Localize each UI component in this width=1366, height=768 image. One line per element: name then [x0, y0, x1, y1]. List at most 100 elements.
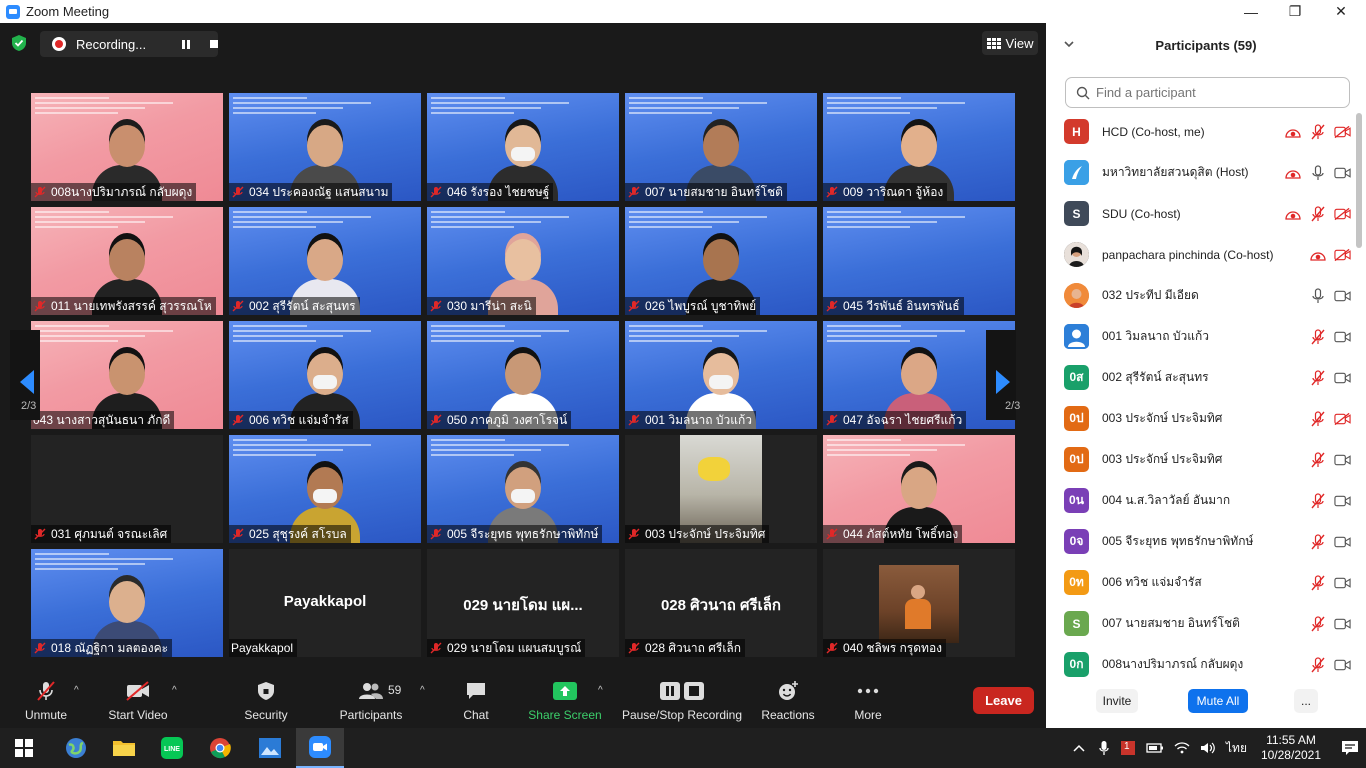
close-button[interactable]: ✕ — [1318, 0, 1364, 23]
windows-start-icon[interactable] — [0, 728, 48, 768]
invite-button[interactable]: Invite — [1096, 689, 1138, 713]
video-off-icon[interactable] — [1334, 246, 1351, 263]
notification-app-icon[interactable]: 1 — [1120, 740, 1136, 756]
mic-muted-icon[interactable] — [1309, 656, 1326, 673]
video-tile[interactable]: 040 ชลิพร กรุดทอง — [823, 549, 1015, 657]
restore-button[interactable]: ❐ — [1272, 0, 1318, 23]
clock[interactable]: 11:55 AM 10/28/2021 — [1259, 733, 1323, 763]
participant-row[interactable]: 0ส 002 สุรีรัตน์ สะสุนทร — [1046, 357, 1351, 398]
battery-plug-icon[interactable] — [1146, 741, 1164, 755]
participant-row[interactable]: panpachara pinchinda (Co-host) — [1046, 234, 1351, 275]
photos-app-icon[interactable] — [246, 728, 294, 768]
video-options-caret[interactable]: ^ — [172, 685, 177, 696]
panel-more-button[interactable]: ... — [1294, 689, 1318, 713]
participants-options-caret[interactable]: ^ — [420, 685, 425, 696]
video-off-icon[interactable] — [1334, 123, 1351, 140]
pause-stop-recording-button[interactable]: Pause/Stop Recording — [620, 673, 744, 728]
video-icon[interactable] — [1334, 574, 1351, 591]
video-off-icon[interactable] — [1334, 205, 1351, 222]
action-center-icon[interactable] — [1341, 740, 1359, 756]
encryption-shield-icon[interactable] — [10, 34, 28, 52]
microphone-tray-icon[interactable] — [1098, 740, 1110, 756]
video-tile[interactable]: 046 รังรอง ไชยชษฐ์ — [427, 93, 619, 201]
video-icon[interactable] — [1334, 615, 1351, 632]
video-tile[interactable]: 005 จีระยุทธ พุทธรักษาพิทักษ์ — [427, 435, 619, 543]
participant-row[interactable]: S SDU (Co-host) — [1046, 193, 1351, 234]
video-off-icon[interactable] — [1334, 410, 1351, 427]
security-button[interactable]: Security — [240, 673, 292, 728]
video-tile[interactable]: Payakkapol Payakkapol — [229, 549, 421, 657]
participant-row[interactable]: 032 ประทีป มีเอียด — [1046, 275, 1351, 316]
video-tile[interactable]: 018 ณัฏฐิกา มลตองคะ — [31, 549, 223, 657]
video-tile[interactable]: 029 นายโดม แผ... 029 นายโดม แผนสมบูรณ์ — [427, 549, 619, 657]
file-explorer-icon[interactable] — [100, 728, 148, 768]
stop-recording-icon[interactable] — [210, 40, 218, 48]
more-button[interactable]: More — [848, 673, 888, 728]
tray-expand-icon[interactable] — [1072, 743, 1086, 753]
video-tile[interactable]: 008นางปริมาภรณ์ กลับผดุง — [31, 93, 223, 201]
video-tile[interactable]: 031 ศุภมนต์ จรณะเลิศ — [31, 435, 223, 543]
video-icon[interactable] — [1334, 533, 1351, 550]
mic-muted-icon[interactable] — [1309, 451, 1326, 468]
input-language-indicator[interactable]: ไทย — [1226, 739, 1247, 758]
video-tile[interactable]: 011 นายเทพรังสรรค์ สุวรรณโห — [31, 207, 223, 315]
participant-row[interactable]: มหาวิทยาลัยสวนดุสิต (Host) — [1046, 152, 1351, 193]
participant-search-input[interactable] — [1096, 85, 1336, 100]
minimize-button[interactable]: — — [1228, 0, 1274, 23]
video-tile[interactable]: 043 นางสาวสุนันธนา ภักดี — [31, 321, 223, 429]
mic-muted-icon[interactable] — [1309, 328, 1326, 345]
line-app-icon[interactable]: LINE — [148, 728, 196, 768]
video-tile[interactable]: 044 ภัสต์หทัย โพธิ์ทอง — [823, 435, 1015, 543]
video-icon[interactable] — [1334, 451, 1351, 468]
mic-muted-icon[interactable] — [1309, 205, 1326, 222]
video-tile[interactable]: 003 ประจักษ์ ประจิมทิศ — [625, 435, 817, 543]
mic-muted-icon[interactable] — [1309, 492, 1326, 509]
start-video-button[interactable]: Start Video — [104, 673, 172, 728]
zoom-app-icon[interactable] — [296, 728, 344, 768]
participants-button[interactable]: Participants — [336, 673, 406, 728]
mic-muted-icon[interactable] — [1309, 123, 1326, 140]
video-icon[interactable] — [1334, 328, 1351, 345]
participant-row[interactable]: 0ท 006 ทวิช แจ่มจำรัส — [1046, 562, 1351, 603]
mic-muted-icon[interactable] — [1309, 574, 1326, 591]
participant-row[interactable]: 001 วิมลนาถ บัวแก้ว — [1046, 316, 1351, 357]
video-tile[interactable]: 001 วิมลนาถ บัวแก้ว — [625, 321, 817, 429]
participant-row[interactable]: H HCD (Co-host, me) — [1046, 111, 1351, 152]
wifi-icon[interactable] — [1174, 741, 1190, 755]
share-options-caret[interactable]: ^ — [598, 685, 603, 696]
participant-search-box[interactable] — [1065, 77, 1350, 108]
video-tile[interactable]: 025 สุชุรงค์ สโรบล — [229, 435, 421, 543]
video-tile[interactable]: 002 สุรีรัตน์ สะสุนทร — [229, 207, 421, 315]
video-icon[interactable] — [1334, 287, 1351, 304]
video-tile[interactable]: 030 มารีน่า สะนิ — [427, 207, 619, 315]
video-tile[interactable]: 006 ทวิช แจ่มจำรัส — [229, 321, 421, 429]
video-tile[interactable]: 009 วาริณดา จู้ห้อง — [823, 93, 1015, 201]
video-tile[interactable]: 028 ศิวนาถ ศรีเล็ก 028 ศิวนาถ ศรีเล็ก — [625, 549, 817, 657]
video-tile[interactable]: 026 ไพบูรณ์ บูชาทิพย์ — [625, 207, 817, 315]
video-icon[interactable] — [1334, 369, 1351, 386]
participant-row[interactable]: 0ก 008นางปริมาภรณ์ กลับผดุง — [1046, 644, 1351, 677]
participant-list-scrollbar[interactable] — [1356, 113, 1362, 248]
audio-options-caret[interactable]: ^ — [74, 685, 79, 696]
reactions-button[interactable]: Reactions — [760, 673, 816, 728]
view-button[interactable]: View — [982, 31, 1038, 55]
leave-button[interactable]: Leave — [973, 687, 1034, 714]
video-icon[interactable] — [1334, 656, 1351, 673]
mic-muted-icon[interactable] — [1309, 369, 1326, 386]
mic-icon[interactable] — [1309, 164, 1326, 181]
participant-row[interactable]: 0ป 003 ประจักษ์ ประจิมทิศ — [1046, 398, 1351, 439]
mic-muted-icon[interactable] — [1309, 410, 1326, 427]
mute-all-button[interactable]: Mute All — [1188, 689, 1248, 713]
participant-row[interactable]: 0น 004 น.ส.วิลาวัลย์ อันมาก — [1046, 480, 1351, 521]
video-tile[interactable]: 045 วีรพันธ์ อินทรพันธ์ — [823, 207, 1015, 315]
video-icon[interactable] — [1334, 164, 1351, 181]
share-screen-button[interactable]: Share Screen — [526, 673, 604, 728]
mic-icon[interactable] — [1309, 287, 1326, 304]
video-tile[interactable]: 007 นายสมชาย อินทร์โชติ — [625, 93, 817, 201]
participant-row[interactable]: 0ป 003 ประจักษ์ ประจิมทิศ — [1046, 439, 1351, 480]
mic-muted-icon[interactable] — [1309, 615, 1326, 632]
video-tile[interactable]: 050 ภาคภูมิ วงศาโรจน์ — [427, 321, 619, 429]
participant-row[interactable]: 0จ 005 จีระยุทธ พุทธรักษาพิทักษ์ — [1046, 521, 1351, 562]
participant-row[interactable]: S 007 นายสมชาย อินทร์โชติ — [1046, 603, 1351, 644]
unmute-button[interactable]: Unmute — [18, 673, 74, 728]
